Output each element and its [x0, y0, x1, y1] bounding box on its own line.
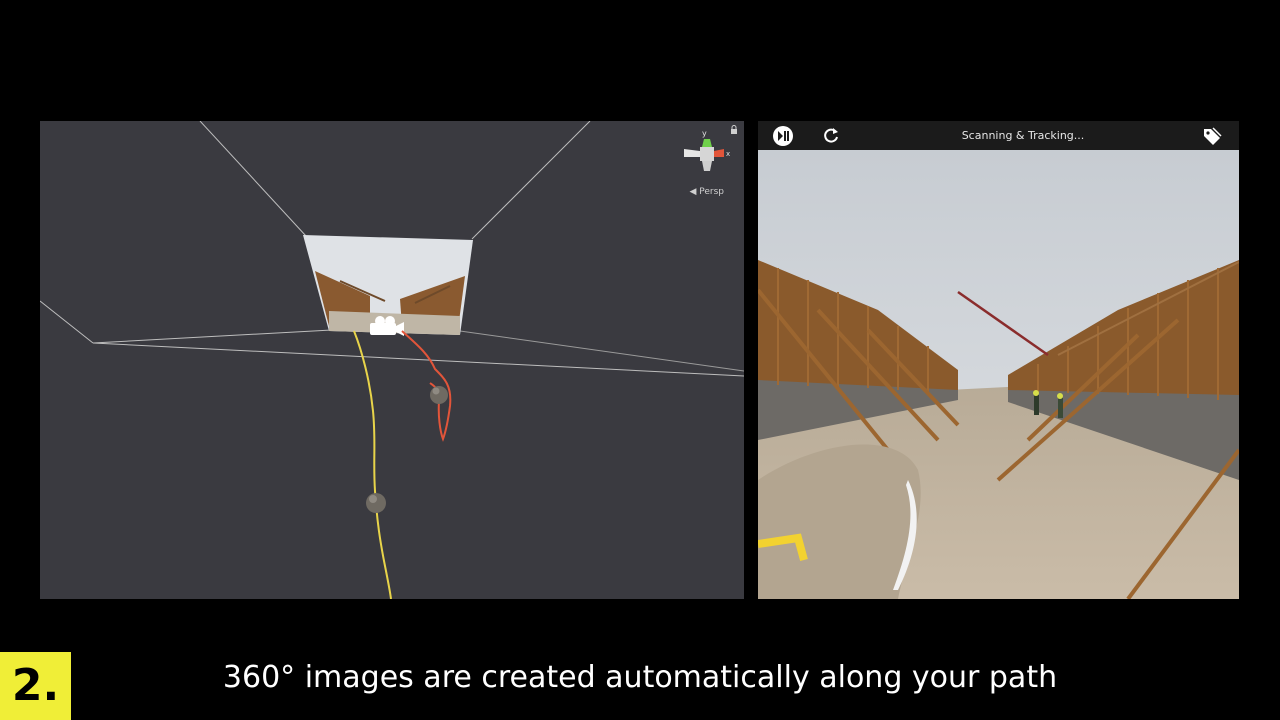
- projection-label[interactable]: ◀ Persp: [689, 187, 724, 197]
- capture-path-secondary: [401, 330, 452, 442]
- scene-canvas[interactable]: [40, 121, 744, 599]
- scanning-status: Scanning & Tracking...: [961, 129, 1085, 142]
- viewer-panel: Scanning & Tracking...: [758, 121, 1239, 599]
- gizmo-axis-x-label: x: [726, 150, 730, 158]
- viewer-toolbar: Scanning & Tracking...: [758, 121, 1239, 150]
- tag-icon[interactable]: [1201, 125, 1223, 147]
- capture-point-marker[interactable]: [430, 386, 448, 404]
- scene-view-panel[interactable]: y x ◀ Persp: [40, 121, 744, 599]
- panorama-image[interactable]: [758, 150, 1239, 599]
- gizmo-axis-y-label: y: [702, 129, 707, 138]
- projection-label-text: Persp: [699, 187, 724, 197]
- capture-point-marker[interactable]: [366, 493, 386, 513]
- capture-path-primary: [353, 330, 392, 599]
- caption-text: 360° images are created automatically al…: [222, 660, 1058, 695]
